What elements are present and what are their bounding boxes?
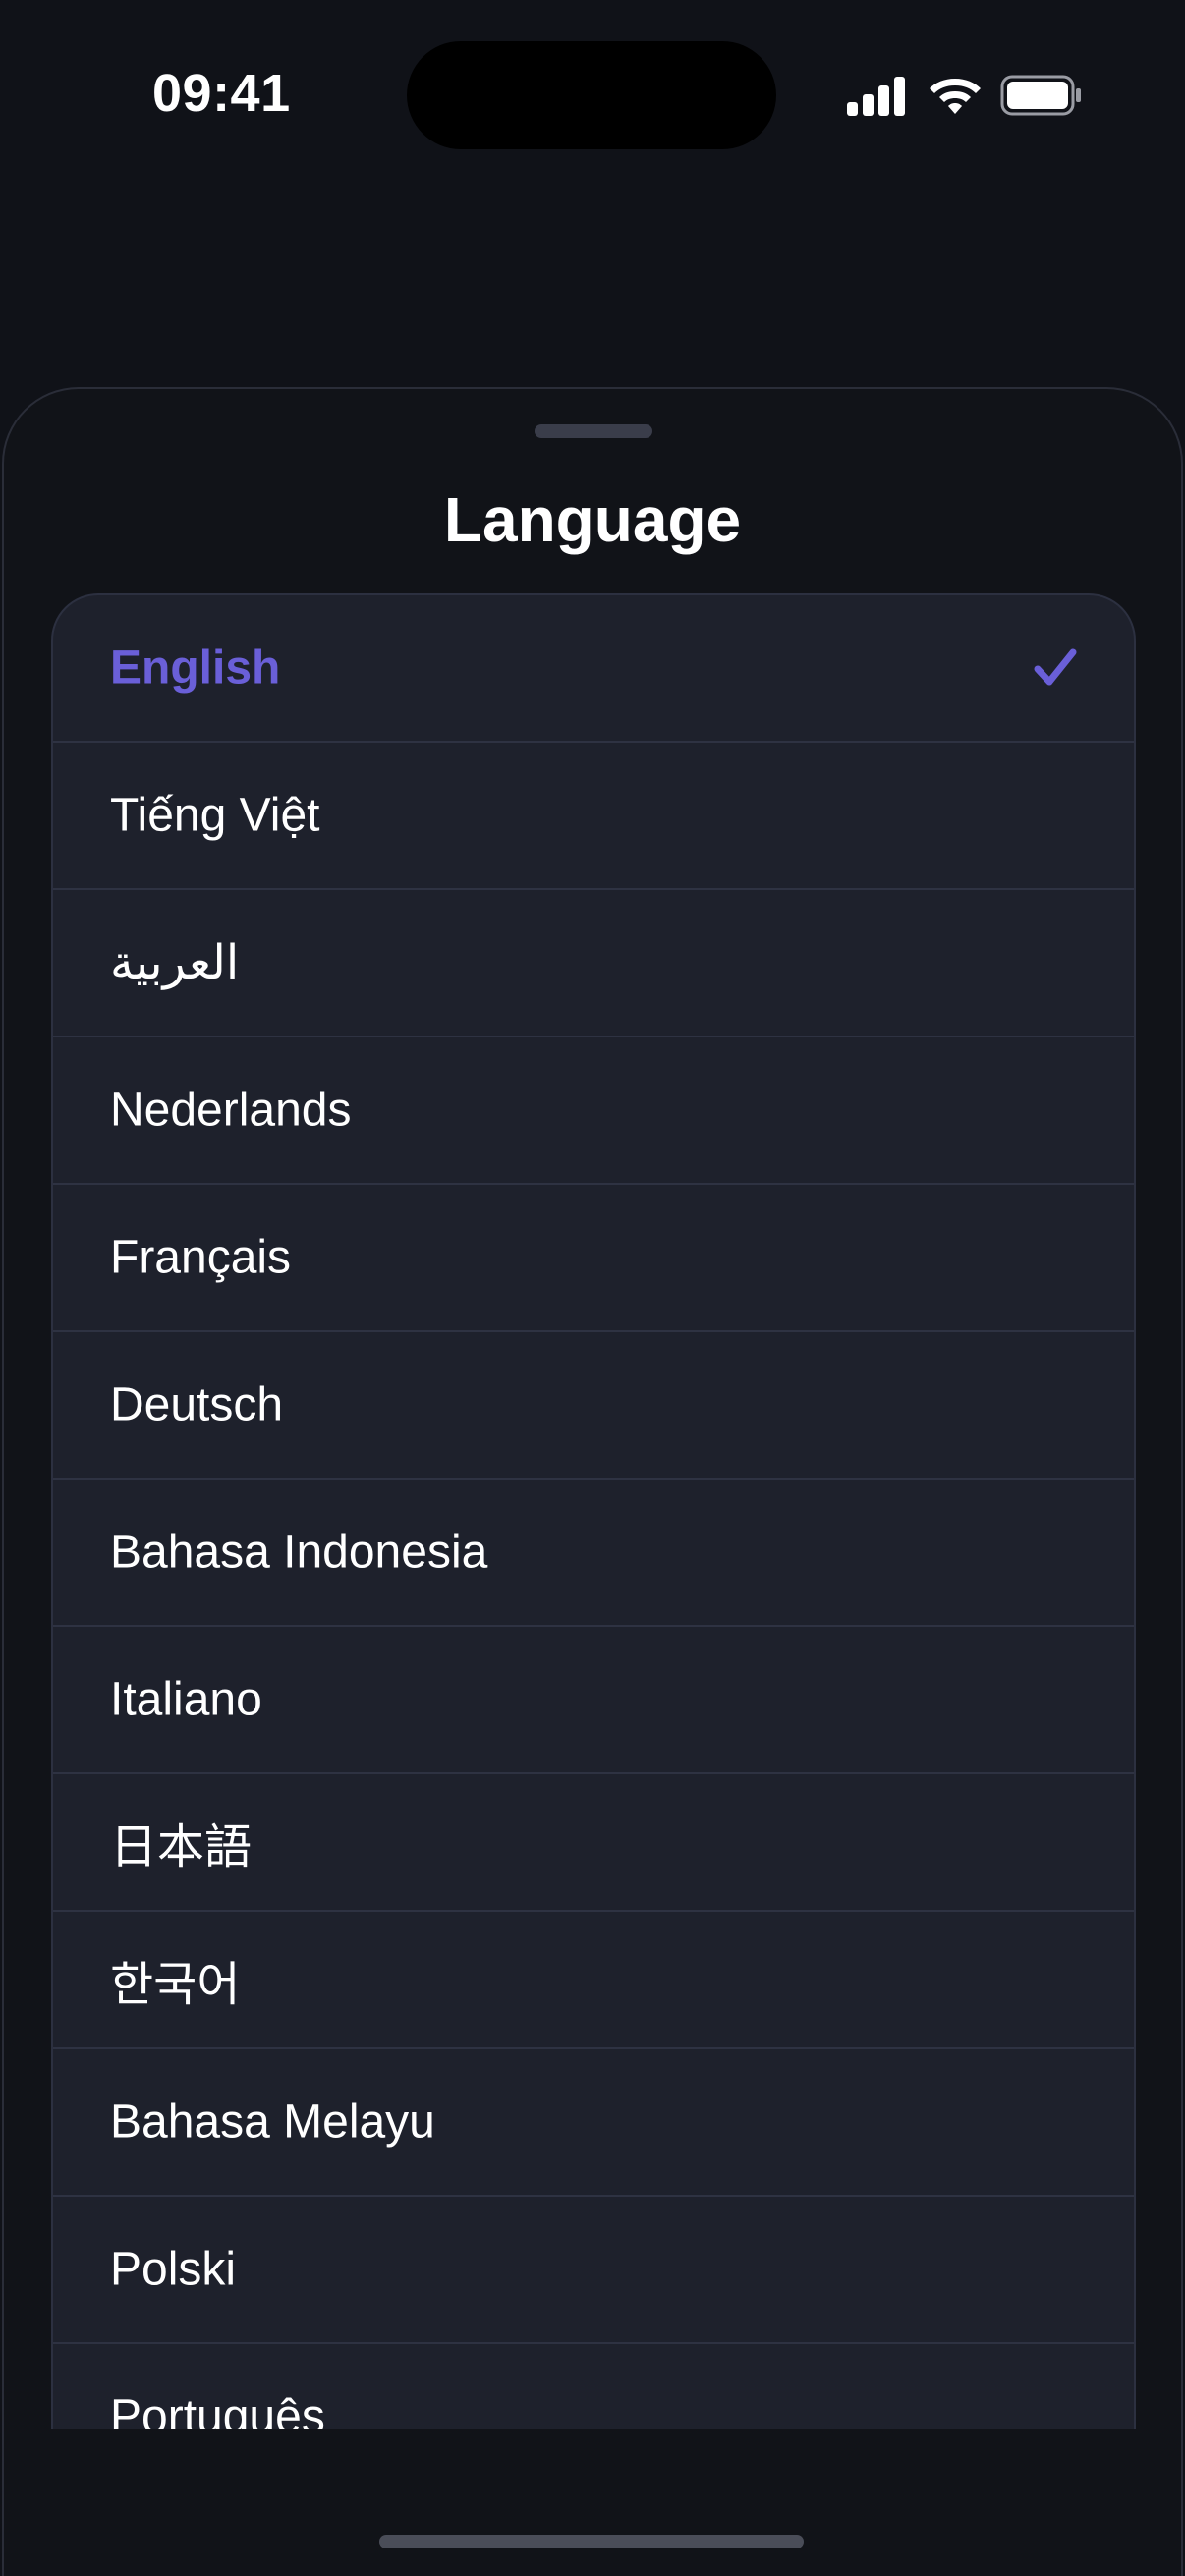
dynamic-island — [407, 41, 776, 149]
language-option-german[interactable]: Deutsch — [53, 1332, 1134, 1480]
language-option-japanese[interactable]: 日本語 — [53, 1774, 1134, 1912]
language-option-french[interactable]: Français — [53, 1185, 1134, 1332]
language-label: Bahasa Melayu — [110, 2096, 435, 2149]
status-time: 09:41 — [152, 64, 291, 123]
language-option-polish[interactable]: Polski — [53, 2197, 1134, 2344]
language-label: Italiano — [110, 1673, 262, 1726]
sheet-grabber[interactable] — [535, 424, 652, 438]
cellular-signal-icon — [847, 77, 905, 116]
wifi-icon — [930, 79, 981, 114]
language-label: Bahasa Indonesia — [110, 1526, 488, 1579]
language-label: 한국어 — [110, 1959, 241, 2011]
language-list-scroll[interactable]: English Tiếng Việt العربية Nederlands Fr… — [51, 593, 1136, 2429]
battery-icon — [1000, 75, 1081, 116]
language-option-portuguese[interactable]: Português — [53, 2344, 1134, 2430]
language-label: Nederlands — [110, 1084, 352, 1137]
language-option-english[interactable]: English — [53, 595, 1134, 743]
language-label: Deutsch — [110, 1378, 284, 1431]
language-option-dutch[interactable]: Nederlands — [53, 1037, 1134, 1185]
status-icons — [847, 73, 1083, 120]
checkmark-icon — [1034, 648, 1077, 686]
status-bar: 09:41 — [0, 0, 1185, 196]
home-indicator[interactable] — [379, 2535, 804, 2548]
language-label: 日本語 — [110, 1821, 253, 1874]
language-option-korean[interactable]: 한국어 — [53, 1912, 1134, 2049]
language-option-arabic[interactable]: العربية — [53, 890, 1134, 1037]
language-list: English Tiếng Việt العربية Nederlands Fr… — [51, 593, 1136, 2429]
language-option-italian[interactable]: Italiano — [53, 1627, 1134, 1774]
language-sheet: Language English Tiếng Việt العربية Nede… — [2, 387, 1183, 2576]
language-label: English — [110, 642, 281, 695]
language-label: Polski — [110, 2243, 237, 2296]
language-option-vietnamese[interactable]: Tiếng Việt — [53, 743, 1134, 890]
language-label: Français — [110, 1231, 292, 1284]
language-option-malay[interactable]: Bahasa Melayu — [53, 2049, 1134, 2197]
language-label: العربية — [110, 937, 240, 989]
language-label: Português — [110, 2390, 325, 2430]
sheet-title: Language — [443, 484, 742, 555]
language-label: Tiếng Việt — [110, 789, 320, 842]
language-option-indonesian[interactable]: Bahasa Indonesia — [53, 1480, 1134, 1627]
